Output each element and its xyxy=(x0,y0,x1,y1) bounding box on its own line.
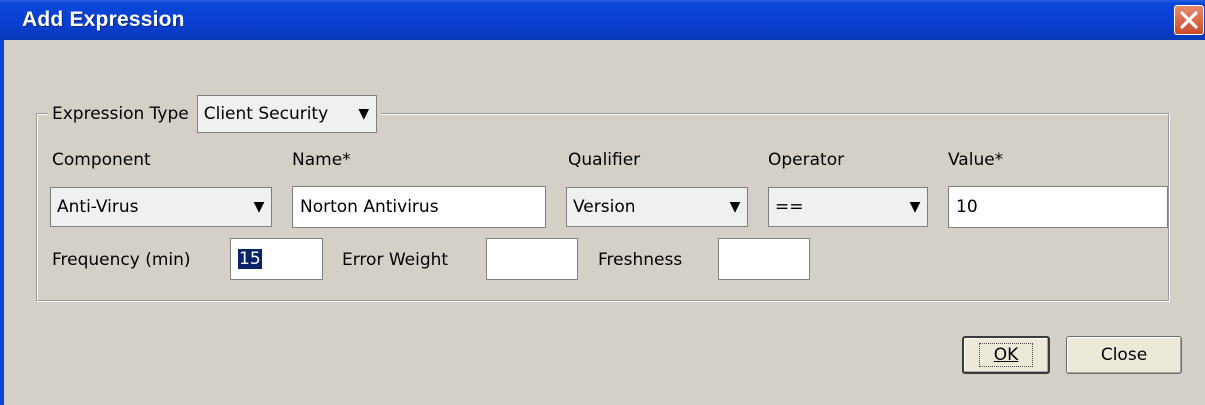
expression-type-value: Client Security xyxy=(203,104,329,124)
component-select[interactable]: Anti-Virus ▼ xyxy=(50,187,272,227)
frequency-label: Frequency (min) xyxy=(52,250,191,270)
ok-button[interactable]: OK xyxy=(962,336,1050,374)
triangle-down-icon: ▼ xyxy=(909,199,921,215)
close-icon xyxy=(1180,11,1198,29)
title-bar[interactable]: Add Expression xyxy=(0,0,1205,40)
qualifier-select[interactable]: Version ▼ xyxy=(566,187,748,227)
freshness-input[interactable] xyxy=(718,238,810,280)
error-weight-input[interactable] xyxy=(486,238,578,280)
add-expression-dialog: Add Expression Expression Type Client Se… xyxy=(0,0,1205,405)
triangle-down-icon: ▼ xyxy=(253,199,265,215)
value-input[interactable]: 10 xyxy=(948,186,1168,228)
expression-type-select[interactable]: Client Security ▼ xyxy=(196,95,377,133)
operator-select[interactable]: == ▼ xyxy=(768,187,928,227)
close-button-label: Close xyxy=(1100,345,1148,365)
frequency-value: 15 xyxy=(238,249,262,269)
component-label: Component xyxy=(52,150,151,170)
qualifier-value: Version xyxy=(573,197,636,217)
operator-value: == xyxy=(775,197,804,217)
name-value: Norton Antivirus xyxy=(300,197,439,217)
triangle-down-icon: ▼ xyxy=(729,199,741,215)
operator-label: Operator xyxy=(768,150,845,170)
value-value: 10 xyxy=(956,197,978,217)
error-weight-label: Error Weight xyxy=(342,250,449,270)
close-button[interactable]: Close xyxy=(1066,336,1182,374)
window-left-border xyxy=(0,40,4,405)
name-input[interactable]: Norton Antivirus xyxy=(292,186,546,228)
triangle-down-icon: ▼ xyxy=(358,106,370,122)
qualifier-label: Qualifier xyxy=(568,150,641,170)
expression-type-label: Expression Type xyxy=(52,104,189,124)
window-title: Add Expression xyxy=(22,8,185,31)
window-close-button[interactable] xyxy=(1174,5,1204,35)
name-label: Name* xyxy=(292,150,351,170)
ok-button-label: OK xyxy=(978,343,1034,367)
component-value: Anti-Virus xyxy=(57,197,139,217)
value-label: Value* xyxy=(948,150,1004,170)
freshness-label: Freshness xyxy=(598,250,683,270)
expression-type-row: Expression Type Client Security ▼ xyxy=(48,94,381,134)
frequency-input[interactable]: 15 xyxy=(230,238,323,280)
